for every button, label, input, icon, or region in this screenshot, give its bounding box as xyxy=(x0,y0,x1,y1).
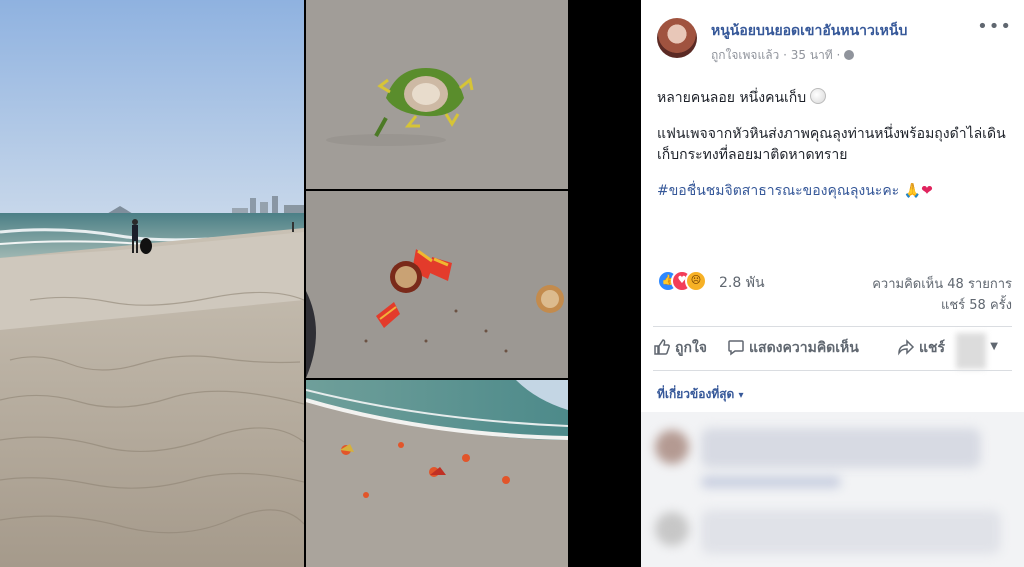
meta-separator: · xyxy=(836,48,841,62)
like-button[interactable]: ถูกใจ xyxy=(653,337,707,359)
post-meta: ถูกใจเพจแล้ว · 35 นาที · xyxy=(711,46,855,65)
full-moon-emoji-icon xyxy=(810,88,827,104)
blurred-comments xyxy=(641,412,1024,567)
share-count-link[interactable]: แชร์ 58 ครั้ง xyxy=(872,295,1012,316)
page-name-link[interactable]: หนูน้อยบนยอดเขาอันหนาวเหน็บ xyxy=(711,20,907,42)
thumbs-up-icon xyxy=(654,339,670,355)
sad-icon: ☹ xyxy=(685,270,707,292)
post-line-1: หลายคนลอย หนึ่งคนเก็บ xyxy=(657,90,807,106)
more-options-icon[interactable]: ••• xyxy=(977,16,1012,37)
comment-icon xyxy=(728,340,744,356)
blurred-comment-actions xyxy=(701,476,841,488)
globe-icon[interactable] xyxy=(844,50,855,60)
comment-sort-dropdown[interactable]: ที่เกี่ยวข้องที่สุด ▾ xyxy=(657,385,744,404)
post-timestamp[interactable]: 35 นาที xyxy=(791,48,833,62)
liked-page-label[interactable]: ถูกใจเพจแล้ว xyxy=(711,48,779,62)
krathong-photo-1[interactable] xyxy=(306,0,568,189)
post-photo-collage[interactable] xyxy=(0,0,568,567)
blurred-comment-bubble xyxy=(701,428,981,468)
divider xyxy=(653,370,1012,371)
krathong-photo-3[interactable] xyxy=(306,380,568,567)
like-label: ถูกใจ xyxy=(675,340,707,356)
blurred-comment-avatar xyxy=(655,512,689,546)
reaction-count: 2.8 พัน xyxy=(719,275,765,291)
post-header: หนูน้อยบนยอดเขาอันหนาวเหน็บ ถูกใจเพจแล้ว… xyxy=(657,14,1024,64)
hashtag-link[interactable]: #ขอชื่นชมจิตสาธารณะของคุณลุงนะคะ xyxy=(657,183,899,199)
comment-count-link[interactable]: ความคิดเห็น 48 รายการ xyxy=(872,274,1012,295)
post-actions: ถูกใจ แสดงความคิดเห็น แชร์ ▼ xyxy=(653,333,1012,369)
blurred-comment-bubble xyxy=(701,510,1001,554)
blurred-comment-avatar xyxy=(655,430,689,464)
post-line-2: แฟนเพจจากหัวหินส่งภาพคุณลุงท่านหนึ่งพร้อ… xyxy=(657,126,1006,163)
blurred-avatar xyxy=(956,333,986,369)
meta-separator: · xyxy=(783,48,787,62)
share-icon xyxy=(898,339,915,356)
comment-sort-label: ที่เกี่ยวข้องที่สุด xyxy=(657,387,735,401)
divider xyxy=(653,326,1012,327)
page-avatar[interactable] xyxy=(657,18,697,58)
post-side-panel: หนูน้อยบนยอดเขาอันหนาวเหน็บ ถูกใจเพจแล้ว… xyxy=(641,0,1024,567)
krathong-photo-2[interactable] xyxy=(306,191,568,378)
share-label: แชร์ xyxy=(919,340,946,356)
pray-heart-emoji-icon: 🙏❤ xyxy=(903,183,933,199)
post-stats: ความคิดเห็น 48 รายการ แชร์ 58 ครั้ง xyxy=(872,274,1012,316)
comment-button[interactable]: แสดงความคิดเห็น xyxy=(727,337,859,359)
post-text: หลายคนลอย หนึ่งคนเก็บ แฟนเพจจากหัวหินส่ง… xyxy=(657,88,1012,217)
share-audience-caret-icon[interactable]: ▼ xyxy=(990,341,998,352)
beach-photo[interactable] xyxy=(0,0,304,567)
caret-down-icon: ▾ xyxy=(738,390,744,401)
share-button[interactable]: แชร์ xyxy=(897,337,945,359)
comment-label: แสดงความคิดเห็น xyxy=(749,340,859,356)
